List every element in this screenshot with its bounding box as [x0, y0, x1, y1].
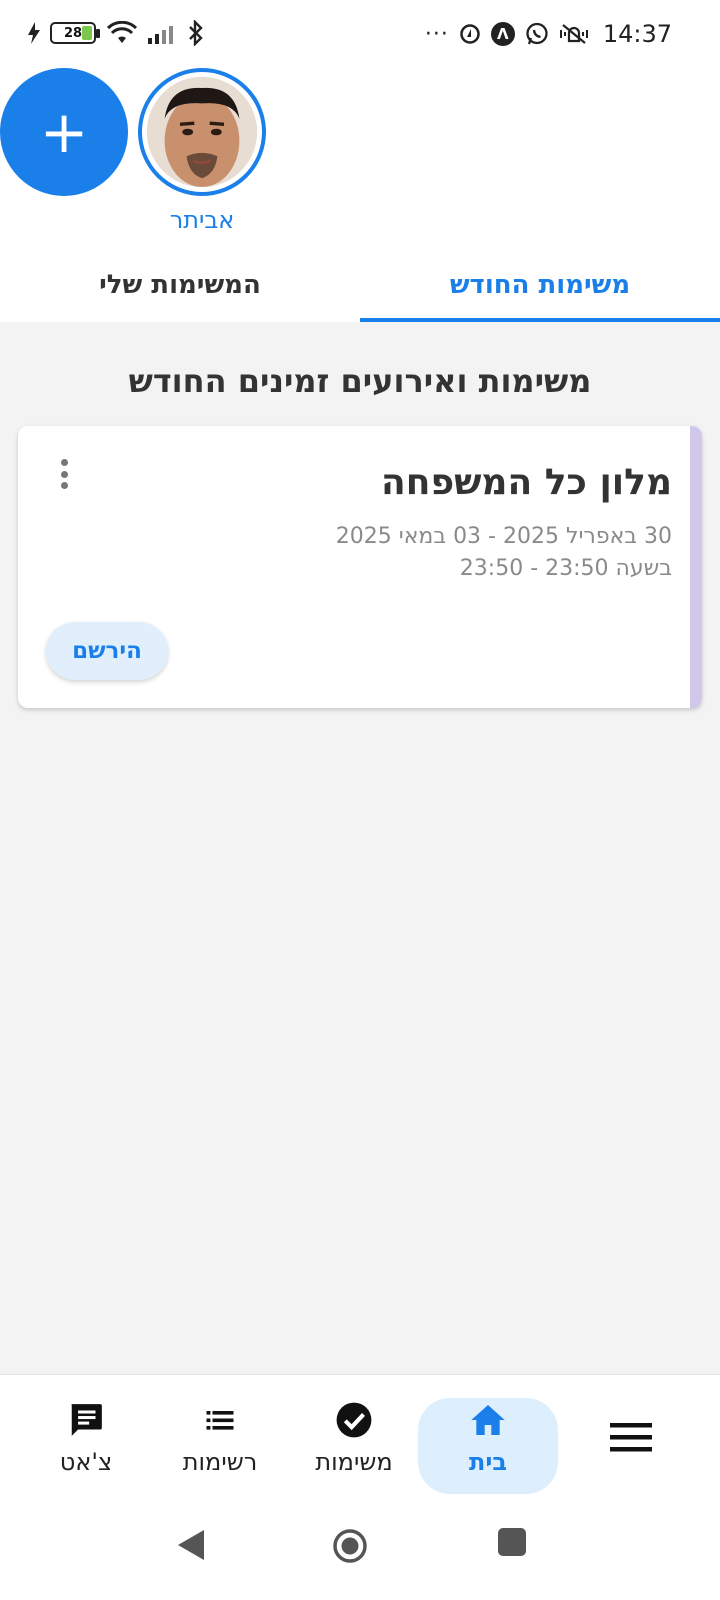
wifi-icon	[106, 21, 138, 43]
battery-level: 28	[63, 25, 83, 41]
more-notifications-icon: ···	[424, 21, 449, 47]
chat-icon	[71, 1404, 102, 1436]
avatar-name[interactable]: אביתר	[138, 206, 266, 234]
nav-tasks[interactable]: משימות	[284, 1398, 424, 1494]
nav-home[interactable]: בית	[418, 1398, 558, 1494]
nav-tasks-label: משימות	[315, 1448, 393, 1476]
status-right: ··· Λ 14:37	[425, 20, 672, 48]
task-card[interactable]: מלון כל המשפחה 30 באפריל 2025 - 03 במאי …	[18, 426, 702, 708]
home-circle-icon[interactable]	[332, 1528, 368, 1564]
hamburger-icon[interactable]	[610, 1418, 656, 1458]
more-options-icon[interactable]	[54, 456, 74, 492]
app-notification-icon: Λ	[490, 22, 515, 46]
check-circle-icon	[336, 1402, 372, 1438]
signal-icon	[148, 26, 173, 44]
data-saver-icon	[460, 24, 480, 44]
recents-icon[interactable]	[498, 1528, 526, 1556]
tab-monthly-tasks[interactable]: משימות החודש	[360, 248, 720, 322]
clock: 14:37	[602, 20, 672, 48]
card-title: מלון כל המשפחה	[380, 462, 672, 503]
add-story-button[interactable]: +	[0, 68, 128, 196]
card-date-range: 30 באפריל 2025 - 03 במאי 2025	[335, 524, 672, 549]
nav-chat-label: צ'אט	[59, 1448, 113, 1476]
avatar-photo	[147, 77, 257, 187]
status-bar: 28 ··· Λ 14:37	[0, 0, 720, 64]
card-time-range: בשעה 23:50 - 23:50	[459, 556, 672, 581]
whatsapp-icon	[526, 22, 548, 45]
status-left: 28	[28, 20, 204, 46]
tabs: משימות החודש המשימות שלי	[0, 248, 720, 322]
person-photo-icon	[147, 77, 257, 187]
list-icon	[206, 1411, 234, 1430]
nav-home-label: בית	[468, 1448, 508, 1476]
system-nav-bar	[0, 1496, 720, 1600]
vibrate-silent-icon	[559, 24, 588, 44]
register-button[interactable]: הירשם	[46, 622, 168, 680]
battery-icon: 28	[50, 22, 100, 44]
home-icon	[471, 1405, 505, 1435]
plus-icon: +	[39, 98, 89, 166]
bottom-nav: צ'אט רשימות משימות בית	[0, 1376, 720, 1496]
nav-lists-label: רשימות	[182, 1448, 258, 1476]
nav-chat[interactable]: צ'אט	[16, 1398, 156, 1494]
bluetooth-icon	[189, 20, 203, 46]
main-content: משימות ואירועים זמינים החודש מלון כל המש…	[0, 322, 720, 1375]
back-icon[interactable]	[176, 1528, 206, 1562]
stories-row: + אביתר	[0, 66, 720, 246]
charging-icon	[28, 22, 40, 44]
user-avatar[interactable]	[138, 68, 266, 196]
card-accent-stripe	[690, 426, 702, 708]
section-title: משימות ואירועים זמינים החודש	[128, 362, 592, 400]
tab-my-tasks[interactable]: המשימות שלי	[0, 248, 360, 322]
nav-lists[interactable]: רשימות	[150, 1398, 290, 1494]
